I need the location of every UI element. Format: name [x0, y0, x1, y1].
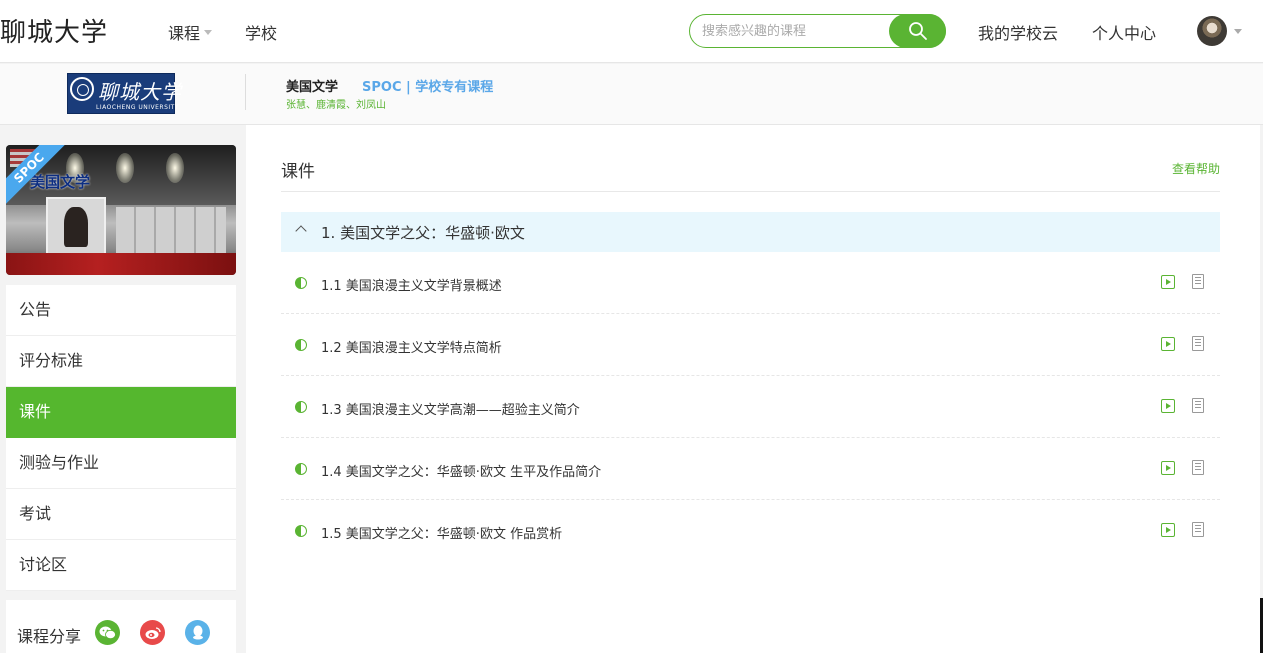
main-content: 课件 查看帮助 1. 美国文学之父：华盛顿·欧文 1.1 美国浪漫主义文学背景概…: [246, 125, 1260, 653]
half-circle-progress-icon: [295, 525, 307, 537]
cover-light: [166, 153, 184, 183]
lesson-row[interactable]: 1.1 美国浪漫主义文学背景概述: [281, 252, 1220, 314]
course-teachers: 张慧、鹿清霞、刘凤山: [286, 100, 386, 111]
video-play-icon[interactable]: [1161, 275, 1175, 289]
half-circle-progress-icon: [295, 339, 307, 351]
logo-text-cn: 聊城大学: [98, 80, 182, 104]
nav-school-link[interactable]: 学校: [245, 20, 277, 44]
help-link[interactable]: 查看帮助: [1172, 160, 1220, 177]
cover-carpet: [6, 253, 236, 275]
menu-item-discussion[interactable]: 讨论区: [6, 540, 236, 591]
university-logo[interactable]: 聊城大学 LIAOCHENG UNIVERSITY: [67, 73, 181, 114]
document-icon[interactable]: [1192, 522, 1204, 537]
wechat-share-button[interactable]: [95, 620, 120, 645]
cover-shelf: [116, 207, 226, 255]
lesson-title[interactable]: 1.5 美国文学之父：华盛顿·欧文 作品赏析: [321, 523, 562, 542]
lesson-row[interactable]: 1.4 美国文学之父：华盛顿·欧文 生平及作品简介: [281, 438, 1220, 500]
document-icon[interactable]: [1192, 460, 1204, 475]
chapter-title: 1. 美国文学之父：华盛顿·欧文: [321, 224, 525, 242]
lesson-row[interactable]: 1.5 美国文学之父：华盛顿·欧文 作品赏析: [281, 500, 1220, 562]
video-play-icon[interactable]: [1161, 337, 1175, 351]
video-play-icon[interactable]: [1161, 523, 1175, 537]
chevron-up-icon[interactable]: [295, 225, 307, 237]
course-header: 聊城大学 LIAOCHENG UNIVERSITY 美国文学 SPOC | 学校…: [0, 64, 1263, 125]
menu-item-courseware[interactable]: 课件: [6, 387, 236, 438]
menu-item-quiz[interactable]: 测验与作业: [6, 438, 236, 489]
share-label: 课程分享: [17, 627, 82, 646]
weibo-icon: [145, 626, 161, 639]
personal-center-link[interactable]: 个人中心: [1092, 20, 1156, 44]
video-play-icon[interactable]: [1161, 399, 1175, 413]
half-circle-progress-icon: [295, 463, 307, 475]
cover-light: [116, 153, 134, 183]
chapter-header[interactable]: 1. 美国文学之父：华盛顿·欧文: [281, 212, 1220, 252]
course-share: 课程分享: [6, 600, 236, 653]
document-icon[interactable]: [1192, 398, 1204, 413]
qq-share-button[interactable]: [185, 620, 210, 645]
spoc-tag: SPOC | 学校专有课程: [362, 80, 494, 95]
menu-item-grading[interactable]: 评分标准: [6, 336, 236, 387]
qq-icon: [192, 625, 203, 640]
half-circle-progress-icon: [295, 277, 307, 289]
lesson-title[interactable]: 1.2 美国浪漫主义文学特点简析: [321, 337, 502, 356]
nav-courses-dropdown[interactable]: 课程: [168, 20, 213, 44]
user-avatar[interactable]: [1197, 16, 1227, 46]
lesson-title[interactable]: 1.3 美国浪漫主义文学高潮——超验主义简介: [321, 399, 580, 418]
wechat-icon: [99, 626, 116, 639]
menu-item-exam[interactable]: 考试: [6, 489, 236, 540]
university-emblem-icon: [70, 77, 94, 101]
cover-portrait: [64, 207, 88, 247]
lesson-title[interactable]: 1.4 美国文学之父：华盛顿·欧文 生平及作品简介: [321, 461, 601, 480]
lesson-row[interactable]: 1.3 美国浪漫主义文学高潮——超验主义简介: [281, 376, 1220, 438]
search-button[interactable]: [889, 14, 946, 48]
lesson-row[interactable]: 1.2 美国浪漫主义文学特点简析: [281, 314, 1220, 376]
section-title: 课件: [281, 162, 315, 182]
lesson-title[interactable]: 1.1 美国浪漫主义文学背景概述: [321, 275, 502, 294]
video-play-icon[interactable]: [1161, 461, 1175, 475]
search-icon: [908, 22, 927, 40]
chevron-down-icon: [204, 30, 213, 35]
course-menu: 公告 评分标准 课件 测验与作业 考试 讨论区: [6, 285, 236, 591]
document-icon[interactable]: [1192, 336, 1204, 351]
chevron-down-icon[interactable]: [1234, 29, 1242, 34]
logo-text-en: LIAOCHENG UNIVERSITY: [96, 104, 179, 111]
menu-item-announcement[interactable]: 公告: [6, 285, 236, 336]
nav-courses-label: 课程: [168, 24, 201, 43]
half-circle-progress-icon: [295, 401, 307, 413]
title-divider: [281, 191, 1220, 192]
site-brand[interactable]: 聊城大学: [0, 12, 108, 49]
course-title: 美国文学: [286, 80, 339, 95]
search-input[interactable]: [702, 20, 877, 42]
document-icon[interactable]: [1192, 274, 1204, 289]
weibo-share-button[interactable]: [140, 620, 165, 645]
search-box: [689, 14, 946, 48]
course-cover-image: 美国文学 SPOC: [6, 145, 236, 275]
header-divider: [245, 74, 246, 110]
top-navbar: 聊城大学 课程 学校 我的学校云 个人中心: [0, 0, 1263, 63]
my-school-cloud-link[interactable]: 我的学校云: [978, 20, 1058, 44]
cover-title: 美国文学: [30, 173, 91, 191]
